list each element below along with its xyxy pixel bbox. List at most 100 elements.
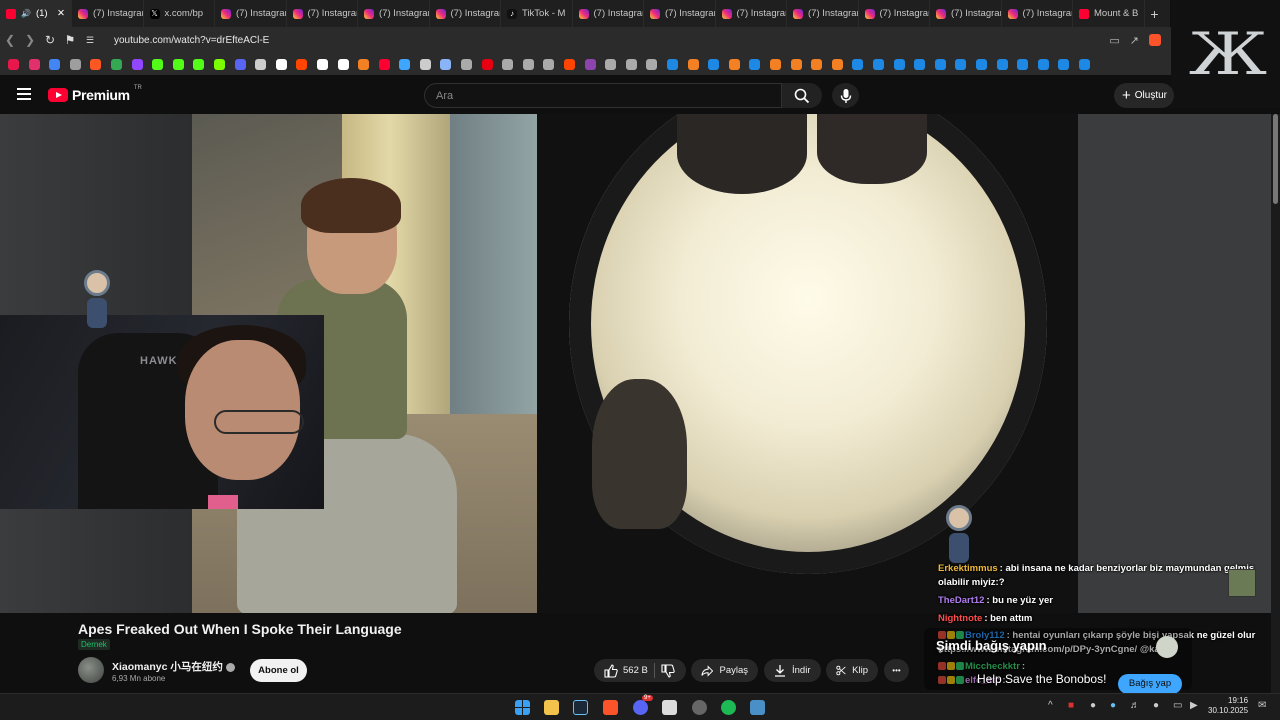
channel-name[interactable]: Xiaomanyc 小马在纽约 <box>112 659 235 674</box>
settings-app-icon[interactable] <box>750 700 765 715</box>
bookmark-icon[interactable] <box>1078 58 1090 70</box>
bookmark-icon[interactable] <box>667 58 678 70</box>
obs-icon[interactable] <box>692 700 707 715</box>
page-scrollbar[interactable] <box>1271 114 1280 693</box>
browser-tab[interactable]: (7) Instagram <box>716 0 787 27</box>
bookmark-icon[interactable] <box>1017 58 1029 70</box>
bookmark-icon[interactable] <box>769 58 781 70</box>
tray-mic-icon[interactable]: ● <box>1153 700 1159 711</box>
browser-tab[interactable]: (7) Instagram <box>930 0 1002 27</box>
close-tab-icon[interactable]: ✕ <box>57 8 65 19</box>
bookmark-icon[interactable] <box>275 58 287 70</box>
discord-icon[interactable] <box>633 700 648 715</box>
browser-tab[interactable]: (7) Instagram <box>287 0 358 27</box>
reload-icon[interactable]: ↻ <box>40 33 60 47</box>
menu-icon[interactable] <box>17 88 31 103</box>
bookmark-icon[interactable] <box>893 58 905 70</box>
browser-tab[interactable]: (7) Instagram <box>1002 0 1073 27</box>
bookmark-icon[interactable] <box>1037 58 1049 70</box>
download-button[interactable]: İndir <box>764 659 821 682</box>
bookmark-icon[interactable] <box>172 58 184 70</box>
tray-network-icon[interactable]: ▭ <box>1173 700 1182 711</box>
tray-speaker-icon[interactable]: ▶ <box>1190 700 1198 711</box>
bookmark-icon[interactable] <box>399 58 411 70</box>
channel-name-text[interactable]: Xiaomanyc 小马在纽约 <box>112 661 223 673</box>
tab-active[interactable]: 🔊 (1) ✕ <box>0 0 72 27</box>
bookmark-icon[interactable] <box>790 58 802 70</box>
bookmark-icon[interactable] <box>296 58 308 70</box>
bookmark-icon[interactable] <box>49 58 61 70</box>
bookmark-icon[interactable]: ⚑ <box>60 33 80 47</box>
bookmark-icon[interactable] <box>234 58 246 70</box>
file-explorer-icon[interactable] <box>544 700 559 715</box>
channel-avatar[interactable] <box>78 657 104 683</box>
bookmark-icon[interactable] <box>131 58 143 70</box>
search-input[interactable] <box>434 89 758 103</box>
spotify-icon[interactable] <box>721 700 736 715</box>
chat-username[interactable]: Nightnote <box>938 613 982 624</box>
bookmark-icon[interactable] <box>872 58 884 70</box>
bookmark-icon[interactable] <box>69 58 81 70</box>
brave-shield-icon[interactable] <box>1149 33 1161 46</box>
bookmark-icon[interactable] <box>975 58 987 70</box>
video-player[interactable]: HAWK <box>0 114 1271 613</box>
tray-steam-icon[interactable]: ● <box>1110 700 1116 711</box>
bookmark-icon[interactable] <box>749 58 761 70</box>
app-icon[interactable] <box>662 700 677 715</box>
chat-username[interactable]: Erkektimmus <box>938 563 998 574</box>
tray-app-icon[interactable]: ● <box>1090 700 1096 711</box>
bookmark-icon[interactable] <box>110 58 122 70</box>
bookmark-icon[interactable] <box>358 58 370 70</box>
new-tab-button[interactable]: + <box>1145 6 1165 22</box>
youtube-logo[interactable]: Premium TR <box>48 85 142 103</box>
bookmark-icon[interactable] <box>378 58 390 70</box>
windows-start-icon[interactable] <box>515 700 530 715</box>
donate-button[interactable]: Bağış yap <box>1118 674 1182 694</box>
site-info-icon[interactable]: ☰ <box>80 35 100 46</box>
bookmark-icon[interactable] <box>564 58 576 70</box>
bookmark-icon[interactable] <box>605 58 617 70</box>
bookmark-icon[interactable] <box>316 58 328 70</box>
cast-icon[interactable]: ▭ <box>1109 34 1119 47</box>
bookmark-icon[interactable] <box>646 58 658 70</box>
create-button[interactable]: + Oluştur <box>1114 83 1174 108</box>
tray-volume-icon[interactable]: ♬ <box>1130 700 1140 711</box>
voice-search-button[interactable] <box>832 83 859 108</box>
bookmark-icon[interactable] <box>1058 58 1070 70</box>
back-icon[interactable]: ❮ <box>0 33 20 47</box>
bookmark-icon[interactable] <box>625 58 637 70</box>
bookmark-icon[interactable] <box>8 58 19 70</box>
tray-app-icon[interactable]: ■ <box>1068 700 1074 711</box>
bookmark-icon[interactable] <box>996 58 1008 70</box>
browser-tab[interactable]: (7) Instagram <box>573 0 644 27</box>
browser-tab[interactable]: Mount & B <box>1073 0 1145 27</box>
bookmark-icon[interactable] <box>28 58 40 70</box>
bookmark-icon[interactable] <box>213 58 225 70</box>
browser-tab[interactable]: (7) Instagram <box>859 0 930 27</box>
bookmark-icon[interactable] <box>728 58 740 70</box>
bookmark-icon[interactable] <box>543 58 555 70</box>
brave-browser-icon[interactable] <box>603 700 618 715</box>
like-button[interactable]: 562 B <box>604 663 648 678</box>
tray-overflow-icon[interactable]: ^ <box>1048 700 1053 711</box>
browser-tab[interactable]: (7) Instagram <box>215 0 287 27</box>
category-badge[interactable]: Dernek <box>78 639 110 650</box>
more-actions-button[interactable]: ••• <box>884 659 909 682</box>
share-button[interactable]: Paylaş <box>691 659 758 682</box>
bookmark-icon[interactable] <box>193 58 205 70</box>
bookmark-icon[interactable] <box>337 58 349 70</box>
bookmark-icon[interactable] <box>934 58 946 70</box>
bookmark-icon[interactable] <box>852 58 864 70</box>
bookmark-icon[interactable] <box>481 58 493 70</box>
browser-tab[interactable]: (7) Instagram <box>430 0 501 27</box>
browser-tab[interactable]: ♪ TikTok - M <box>501 0 573 27</box>
browser-tab[interactable]: 𝕏x.com/bp <box>144 0 215 27</box>
bookmark-icon[interactable] <box>584 58 596 70</box>
browser-tab[interactable]: (7) Instagram <box>72 0 144 27</box>
audio-playing-icon[interactable]: 🔊 <box>21 9 31 18</box>
browser-tab[interactable]: (7) Instagram <box>787 0 859 27</box>
bookmark-icon[interactable] <box>687 58 699 70</box>
bookmark-icon[interactable] <box>502 58 514 70</box>
system-clock[interactable]: 19:16 30.10.2025 <box>1208 696 1248 716</box>
browser-tab[interactable]: (7) Instagram <box>358 0 430 27</box>
